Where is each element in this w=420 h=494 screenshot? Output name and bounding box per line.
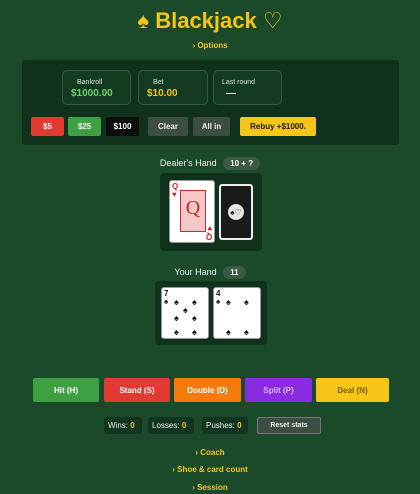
pushes-value: 0 — [237, 421, 242, 430]
dealer-hole-card: ♠♡ — [219, 184, 253, 240]
queen-face-art: Q — [180, 190, 206, 232]
spade-pip-icon: ♠ — [174, 297, 179, 307]
chip-25-button[interactable]: $25 — [68, 117, 101, 136]
player-total-badge: 11 — [223, 266, 246, 279]
card-corner-top: 7 ♠ — [164, 289, 169, 306]
spade-pip-icon: ♠ — [244, 327, 249, 337]
spade-pip-icon: ♠ — [174, 327, 179, 337]
split-button[interactable]: Split (P) — [245, 378, 312, 402]
card-back-emblem-icon: ♠♡ — [228, 204, 244, 220]
dealer-hand-header: Dealer's Hand 10 + ? — [0, 157, 420, 170]
dealer-total-badge: 10 + ? — [223, 157, 261, 170]
wins-count: Wins: 0 — [104, 417, 142, 434]
reset-stats-button[interactable]: Reset stats — [257, 417, 321, 434]
player-hand-header: Your Hand 11 — [0, 266, 420, 279]
clear-bet-button[interactable]: Clear — [148, 117, 188, 136]
card-corner-top: Q ♥ — [172, 182, 179, 199]
spade-pip-icon: ♠ — [183, 305, 188, 315]
session-toggle[interactable]: › Session — [0, 483, 420, 492]
last-round-value: — — [226, 88, 236, 99]
options-toggle[interactable]: › Options — [0, 41, 420, 50]
bankroll-label: Bankroll — [77, 79, 103, 86]
stand-button[interactable]: Stand (S) — [104, 378, 170, 402]
player-hand-label: Your Hand — [174, 267, 217, 277]
spade-pip-icon: ♠ — [174, 313, 179, 323]
spade-pip-icon: ♠ — [192, 297, 197, 307]
losses-value: 0 — [181, 421, 187, 430]
page-title: ♠ Blackjack ♡ — [137, 8, 283, 33]
bankroll-stat: Bankroll $1000.00 — [62, 70, 131, 105]
pushes-label: Pushes: — [206, 421, 235, 430]
last-round-stat: Last round — — [213, 70, 282, 105]
losses-count: Losses: 0 — [148, 417, 194, 434]
player-hand-area: 7 ♠ ♠ ♠ ♠ ♠ ♠ ♠ ♠ 4 ♠ ♠ ♠ ♠ ♠ — [155, 281, 267, 345]
dealer-hand-label: Dealer's Hand — [159, 158, 217, 168]
bet-value: $10.00 — [147, 88, 178, 99]
shoe-card-count-toggle[interactable]: › Shoe & card count — [0, 465, 420, 474]
wins-value: 0 — [130, 421, 135, 430]
last-round-label: Last round — [222, 79, 256, 86]
bet-stat: Bet $10.00 — [138, 70, 208, 105]
hit-button[interactable]: Hit (H) — [33, 378, 99, 402]
wins-label: Wins: — [108, 421, 128, 430]
spade-pip-icon: ♠ — [226, 327, 231, 337]
all-in-button[interactable]: All in — [193, 117, 230, 136]
betting-panel: Bankroll $1000.00 Bet $10.00 Last round … — [22, 60, 399, 145]
deal-button[interactable]: Deal (N) — [316, 378, 389, 402]
chip-5-button[interactable]: $5 — [31, 117, 64, 136]
card-corner-top: 4 ♠ — [216, 289, 221, 306]
pushes-count: Pushes: 0 — [202, 417, 248, 434]
chip-100-button[interactable]: $100 — [106, 117, 139, 136]
spade-pip-icon: ♠ — [244, 297, 249, 307]
coach-toggle[interactable]: › Coach — [0, 448, 420, 457]
spade-pip-icon: ♠ — [226, 297, 231, 307]
player-card-four-spades: 4 ♠ ♠ ♠ ♠ ♠ — [213, 287, 261, 339]
player-card-seven-spades: 7 ♠ ♠ ♠ ♠ ♠ ♠ ♠ ♠ — [161, 287, 209, 339]
card-corner-bottom: Q ♥ — [205, 224, 212, 241]
rebuy-button[interactable]: Rebuy +$1000. — [240, 117, 316, 136]
dealer-hand-area: Q ♥ Q Q ♥ ♠♡ — [160, 173, 262, 251]
bet-label: Bet — [153, 79, 164, 86]
spade-pip-icon: ♠ — [192, 313, 197, 323]
dealer-card-queen-hearts: Q ♥ Q Q ♥ — [169, 180, 215, 243]
double-button[interactable]: Double (D) — [174, 378, 241, 402]
spade-pip-icon: ♠ — [192, 327, 197, 337]
losses-label: Losses: — [152, 421, 180, 430]
bankroll-value: $1000.00 — [71, 88, 113, 99]
